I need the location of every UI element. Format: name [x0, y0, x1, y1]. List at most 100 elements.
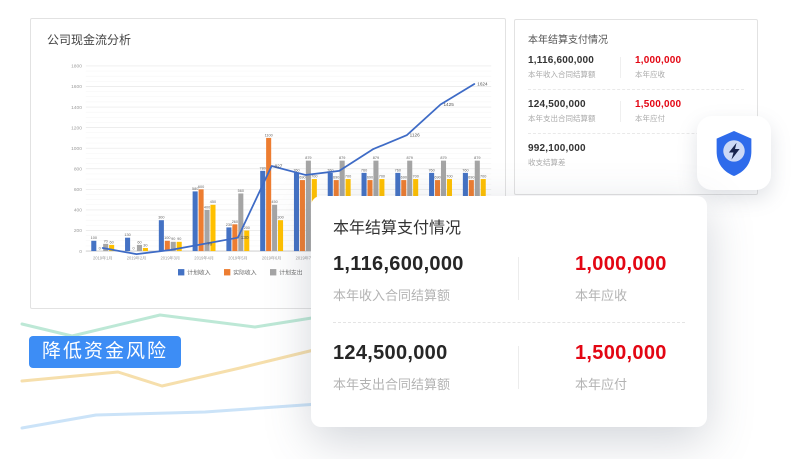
risk-reduction-badge: 降低资金风险	[29, 336, 181, 368]
svg-text:690: 690	[367, 176, 373, 180]
popup-income-settled-value: 1,116,600,000	[333, 253, 518, 276]
svg-text:600: 600	[198, 185, 204, 189]
svg-text:800: 800	[74, 167, 82, 173]
popup-title: 本年结算支付情况	[333, 214, 685, 238]
popup-row-expense: 124,500,000 本年支出合同结算额 1,500,000 本年应付	[333, 342, 685, 393]
svg-text:1425: 1425	[443, 102, 454, 107]
settlement-row-income: 1,116,600,000 本年收入合同结算额 1,000,000 本年应收	[528, 55, 744, 80]
svg-text:879: 879	[305, 156, 311, 160]
svg-text:879: 879	[339, 156, 345, 160]
settlement-panel-title: 本年结算支付情况	[528, 31, 744, 46]
svg-text:0: 0	[132, 247, 134, 251]
svg-text:690: 690	[299, 176, 305, 180]
svg-text:0: 0	[99, 247, 101, 251]
popup-payable-label: 本年应付	[575, 374, 685, 393]
popup-row-income: 1,116,600,000 本年收入合同结算额 1,000,000 本年应收	[333, 253, 685, 304]
income-settled-value: 1,116,600,000	[528, 55, 620, 66]
popup-receivable-value: 1,000,000	[575, 253, 685, 276]
svg-text:879: 879	[474, 156, 480, 160]
popup-receivable-label: 本年应收	[575, 285, 685, 304]
balance-label: 收支结算差	[528, 157, 620, 168]
svg-text:0: 0	[79, 249, 82, 255]
popup-expense-settled-value: 124,500,000	[333, 342, 518, 365]
svg-text:1000: 1000	[71, 146, 82, 152]
security-shield-card[interactable]	[697, 116, 771, 190]
svg-text:827: 827	[275, 163, 283, 168]
balance-block: 992,100,000 收支结算差	[528, 143, 620, 168]
income-settled-block: 1,116,600,000 本年收入合同结算额	[528, 55, 620, 80]
receivable-label: 本年应收	[635, 69, 744, 80]
svg-text:2019年3月: 2019年3月	[161, 254, 181, 260]
cashflow-panel-title: 公司现金流分析	[47, 31, 501, 48]
svg-text:700: 700	[345, 174, 351, 178]
svg-text:300: 300	[158, 216, 164, 220]
shield-icon	[713, 130, 755, 177]
svg-text:计划支出: 计划支出	[279, 268, 302, 276]
svg-text:1800: 1800	[71, 64, 82, 70]
svg-text:2019年5月: 2019年5月	[228, 254, 248, 260]
balance-value: 992,100,000	[528, 143, 620, 154]
svg-text:100: 100	[164, 236, 170, 240]
svg-text:760: 760	[361, 168, 367, 172]
receivable-block: 1,000,000 本年应收	[621, 55, 744, 80]
svg-text:1624: 1624	[477, 81, 488, 86]
svg-text:600: 600	[74, 187, 82, 193]
popup-payable-value: 1,500,000	[575, 342, 685, 365]
svg-text:879: 879	[440, 156, 446, 160]
expense-settled-block: 124,500,000 本年支出合同结算额	[528, 99, 620, 124]
svg-text:560: 560	[238, 189, 244, 193]
svg-text:690: 690	[468, 176, 474, 180]
svg-text:700: 700	[480, 174, 486, 178]
svg-text:450: 450	[210, 200, 216, 204]
svg-text:780: 780	[260, 166, 266, 170]
svg-text:60: 60	[137, 240, 141, 244]
income-settled-label: 本年收入合同结算额	[528, 69, 620, 80]
svg-text:2019年4月: 2019年4月	[194, 254, 214, 260]
svg-text:200: 200	[74, 228, 82, 234]
svg-text:70: 70	[104, 239, 108, 243]
svg-text:300: 300	[277, 216, 283, 220]
expense-settled-label: 本年支出合同结算额	[528, 113, 620, 124]
svg-text:700: 700	[446, 174, 452, 178]
popup-expense-settled-label: 本年支出合同结算额	[333, 374, 518, 393]
svg-text:879: 879	[373, 156, 379, 160]
svg-text:2019年1月: 2019年1月	[93, 254, 113, 260]
svg-text:2019年2月: 2019年2月	[127, 254, 147, 260]
receivable-value: 1,000,000	[635, 55, 744, 66]
popup-income-settled-block: 1,116,600,000 本年收入合同结算额	[333, 253, 518, 304]
expense-settled-value: 124,500,000	[528, 99, 620, 110]
svg-text:690: 690	[434, 176, 440, 180]
settlement-popup-card: 本年结算支付情况 1,116,600,000 本年收入合同结算额 1,000,0…	[311, 196, 707, 427]
svg-text:计划收入: 计划收入	[187, 268, 210, 276]
svg-text:700: 700	[412, 174, 418, 178]
svg-text:690: 690	[333, 176, 339, 180]
svg-text:760: 760	[462, 168, 468, 172]
svg-text:400: 400	[204, 205, 210, 209]
svg-text:130: 130	[124, 233, 130, 237]
row-divider	[333, 322, 685, 323]
popup-expense-settled-block: 124,500,000 本年支出合同结算额	[333, 342, 518, 393]
svg-text:1600: 1600	[71, 84, 82, 90]
svg-text:879: 879	[407, 156, 413, 160]
svg-text:700: 700	[311, 174, 317, 178]
popup-payable-block: 1,500,000 本年应付	[519, 342, 685, 393]
popup-receivable-block: 1,000,000 本年应收	[519, 253, 685, 304]
svg-text:760: 760	[395, 168, 401, 172]
svg-text:90: 90	[177, 237, 181, 241]
svg-text:130: 130	[241, 235, 249, 240]
svg-text:1126: 1126	[410, 133, 420, 138]
svg-text:2019年6月: 2019年6月	[262, 254, 282, 260]
payable-value: 1,500,000	[635, 99, 744, 110]
svg-text:760: 760	[428, 168, 434, 172]
svg-text:700: 700	[379, 174, 385, 178]
svg-text:60: 60	[110, 240, 114, 244]
svg-text:实际收入: 实际收入	[233, 268, 256, 276]
svg-text:400: 400	[74, 208, 82, 214]
svg-text:260: 260	[232, 220, 238, 224]
popup-income-settled-label: 本年收入合同结算额	[333, 285, 518, 304]
svg-text:690: 690	[401, 176, 407, 180]
svg-text:1400: 1400	[71, 105, 82, 111]
row-divider	[528, 89, 744, 90]
svg-text:1100: 1100	[265, 133, 273, 137]
svg-text:70: 70	[207, 241, 213, 246]
